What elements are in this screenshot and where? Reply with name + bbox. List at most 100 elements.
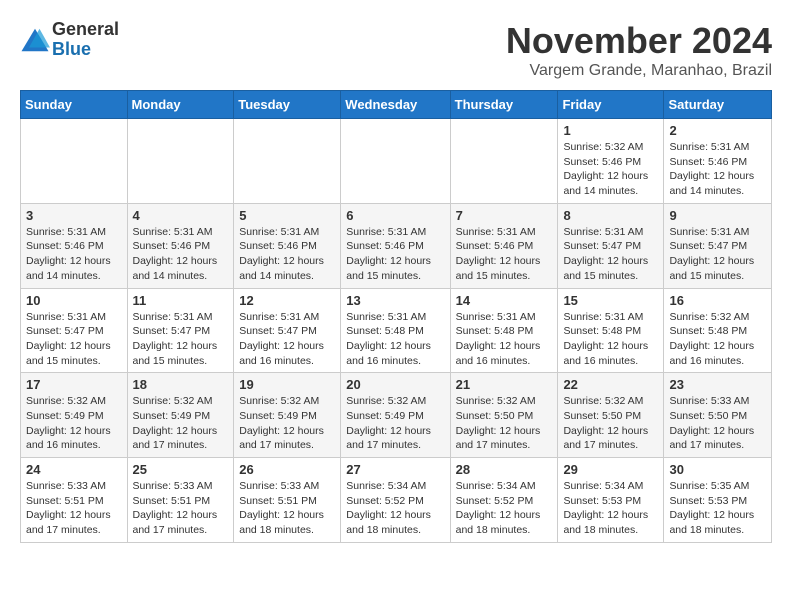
day-number: 8	[563, 208, 658, 223]
day-info: Sunrise: 5:32 AMSunset: 5:48 PMDaylight:…	[669, 310, 766, 369]
header-row: SundayMondayTuesdayWednesdayThursdayFrid…	[21, 91, 772, 119]
day-info: Sunrise: 5:31 AMSunset: 5:48 PMDaylight:…	[456, 310, 553, 369]
calendar-cell: 30 Sunrise: 5:35 AMSunset: 5:53 PMDayligh…	[664, 458, 772, 543]
logo: General Blue	[20, 20, 119, 60]
calendar-cell: 21Sunrise: 5:32 AMSunset: 5:50 PMDayligh…	[450, 373, 558, 458]
calendar-cell	[21, 119, 128, 204]
week-row-3: 17 Sunrise: 5:32 AMSunset: 5:49 PMDayligh…	[21, 373, 772, 458]
calendar-cell: 26Sunrise: 5:33 AMSunset: 5:51 PMDayligh…	[234, 458, 341, 543]
calendar-cell: 18Sunrise: 5:32 AMSunset: 5:49 PMDayligh…	[127, 373, 234, 458]
calendar-cell: 23 Sunrise: 5:33 AMSunset: 5:50 PMDayligh…	[664, 373, 772, 458]
day-info: Sunrise: 5:32 AMSunset: 5:50 PMDaylight:…	[456, 394, 553, 453]
day-info: Sunrise: 5:31 AMSunset: 5:46 PMDaylight:…	[456, 225, 553, 284]
calendar-cell: 6Sunrise: 5:31 AMSunset: 5:46 PMDaylight…	[341, 203, 450, 288]
day-number: 5	[239, 208, 335, 223]
calendar-cell	[127, 119, 234, 204]
day-number: 17	[26, 377, 122, 392]
calendar-cell: 13 Sunrise: 5:31 AMSunset: 5:48 PMDayligh…	[341, 288, 450, 373]
day-number: 10	[26, 293, 122, 308]
logo-text: General Blue	[52, 20, 119, 60]
day-info: Sunrise: 5:32 AMSunset: 5:49 PMDaylight:…	[26, 394, 122, 453]
day-number: 23	[669, 377, 766, 392]
header-monday: Monday	[127, 91, 234, 119]
day-number: 12	[239, 293, 335, 308]
day-number: 2	[669, 123, 766, 138]
week-row-2: 10 Sunrise: 5:31 AMSunset: 5:47 PMDayligh…	[21, 288, 772, 373]
day-info: Sunrise: 5:31 AMSunset: 5:47 PMDaylight:…	[133, 310, 229, 369]
title-section: November 2024 Vargem Grande, Maranhao, B…	[506, 20, 772, 80]
logo-general: General	[52, 20, 119, 40]
day-info: Sunrise: 5:34 AMSunset: 5:52 PMDaylight:…	[456, 479, 553, 538]
header-friday: Friday	[558, 91, 664, 119]
day-info: Sunrise: 5:31 AMSunset: 5:47 PMDaylight:…	[563, 225, 658, 284]
header-wednesday: Wednesday	[341, 91, 450, 119]
day-info: Sunrise: 5:31 AMSunset: 5:47 PMDaylight:…	[239, 310, 335, 369]
calendar-cell: 5Sunrise: 5:31 AMSunset: 5:46 PMDaylight…	[234, 203, 341, 288]
day-number: 30	[669, 462, 766, 477]
calendar-body: 1Sunrise: 5:32 AMSunset: 5:46 PMDaylight…	[21, 119, 772, 543]
day-info: Sunrise: 5:34 AMSunset: 5:53 PMDaylight:…	[563, 479, 658, 538]
header-sunday: Sunday	[21, 91, 128, 119]
calendar-cell: 25 Sunrise: 5:33 AMSunset: 5:51 PMDayligh…	[127, 458, 234, 543]
day-info: Sunrise: 5:32 AMSunset: 5:49 PMDaylight:…	[239, 394, 335, 453]
day-info: Sunrise: 5:32 AMSunset: 5:46 PMDaylight:…	[563, 140, 658, 199]
day-number: 19	[239, 377, 335, 392]
calendar-cell: 1Sunrise: 5:32 AMSunset: 5:46 PMDaylight…	[558, 119, 664, 204]
logo-icon	[20, 25, 50, 55]
calendar-cell: 4 Sunrise: 5:31 AMSunset: 5:46 PMDaylight…	[127, 203, 234, 288]
day-info: Sunrise: 5:33 AMSunset: 5:51 PMDaylight:…	[239, 479, 335, 538]
day-info: Sunrise: 5:35 AMSunset: 5:53 PMDaylight:…	[669, 479, 766, 538]
calendar-cell: 9Sunrise: 5:31 AMSunset: 5:47 PMDaylight…	[664, 203, 772, 288]
day-info: Sunrise: 5:33 AMSunset: 5:50 PMDaylight:…	[669, 394, 766, 453]
day-info: Sunrise: 5:31 AMSunset: 5:48 PMDaylight:…	[563, 310, 658, 369]
calendar-cell: 7 Sunrise: 5:31 AMSunset: 5:46 PMDaylight…	[450, 203, 558, 288]
calendar-table: SundayMondayTuesdayWednesdayThursdayFrid…	[20, 90, 772, 543]
calendar-cell: 11 Sunrise: 5:31 AMSunset: 5:47 PMDayligh…	[127, 288, 234, 373]
day-info: Sunrise: 5:31 AMSunset: 5:46 PMDaylight:…	[669, 140, 766, 199]
day-number: 3	[26, 208, 122, 223]
day-number: 25	[133, 462, 229, 477]
calendar-cell: 28 Sunrise: 5:34 AMSunset: 5:52 PMDayligh…	[450, 458, 558, 543]
day-number: 7	[456, 208, 553, 223]
calendar-cell	[234, 119, 341, 204]
day-info: Sunrise: 5:32 AMSunset: 5:49 PMDaylight:…	[346, 394, 444, 453]
location: Vargem Grande, Maranhao, Brazil	[506, 62, 772, 80]
day-info: Sunrise: 5:31 AMSunset: 5:48 PMDaylight:…	[346, 310, 444, 369]
calendar-cell: 19 Sunrise: 5:32 AMSunset: 5:49 PMDayligh…	[234, 373, 341, 458]
day-number: 15	[563, 293, 658, 308]
day-info: Sunrise: 5:33 AMSunset: 5:51 PMDaylight:…	[26, 479, 122, 538]
day-info: Sunrise: 5:31 AMSunset: 5:46 PMDaylight:…	[346, 225, 444, 284]
week-row-4: 24 Sunrise: 5:33 AMSunset: 5:51 PMDayligh…	[21, 458, 772, 543]
calendar-cell: 12 Sunrise: 5:31 AMSunset: 5:47 PMDayligh…	[234, 288, 341, 373]
calendar-cell: 14Sunrise: 5:31 AMSunset: 5:48 PMDayligh…	[450, 288, 558, 373]
day-info: Sunrise: 5:34 AMSunset: 5:52 PMDaylight:…	[346, 479, 444, 538]
page-header: General Blue November 2024 Vargem Grande…	[20, 20, 772, 80]
day-number: 24	[26, 462, 122, 477]
header-tuesday: Tuesday	[234, 91, 341, 119]
day-number: 9	[669, 208, 766, 223]
calendar-cell: 29Sunrise: 5:34 AMSunset: 5:53 PMDayligh…	[558, 458, 664, 543]
day-number: 11	[133, 293, 229, 308]
day-info: Sunrise: 5:32 AMSunset: 5:50 PMDaylight:…	[563, 394, 658, 453]
day-info: Sunrise: 5:32 AMSunset: 5:49 PMDaylight:…	[133, 394, 229, 453]
calendar-cell: 15 Sunrise: 5:31 AMSunset: 5:48 PMDayligh…	[558, 288, 664, 373]
calendar-cell	[341, 119, 450, 204]
day-number: 4	[133, 208, 229, 223]
day-info: Sunrise: 5:31 AMSunset: 5:46 PMDaylight:…	[26, 225, 122, 284]
calendar-header: SundayMondayTuesdayWednesdayThursdayFrid…	[21, 91, 772, 119]
day-number: 22	[563, 377, 658, 392]
day-number: 28	[456, 462, 553, 477]
calendar-cell: 27Sunrise: 5:34 AMSunset: 5:52 PMDayligh…	[341, 458, 450, 543]
day-info: Sunrise: 5:31 AMSunset: 5:47 PMDaylight:…	[26, 310, 122, 369]
calendar-cell: 22 Sunrise: 5:32 AMSunset: 5:50 PMDayligh…	[558, 373, 664, 458]
calendar-cell: 16Sunrise: 5:32 AMSunset: 5:48 PMDayligh…	[664, 288, 772, 373]
header-thursday: Thursday	[450, 91, 558, 119]
calendar-cell	[450, 119, 558, 204]
header-saturday: Saturday	[664, 91, 772, 119]
calendar-cell: 3 Sunrise: 5:31 AMSunset: 5:46 PMDaylight…	[21, 203, 128, 288]
day-info: Sunrise: 5:33 AMSunset: 5:51 PMDaylight:…	[133, 479, 229, 538]
calendar-cell: 2 Sunrise: 5:31 AMSunset: 5:46 PMDaylight…	[664, 119, 772, 204]
week-row-0: 1Sunrise: 5:32 AMSunset: 5:46 PMDaylight…	[21, 119, 772, 204]
day-info: Sunrise: 5:31 AMSunset: 5:46 PMDaylight:…	[133, 225, 229, 284]
day-number: 13	[346, 293, 444, 308]
